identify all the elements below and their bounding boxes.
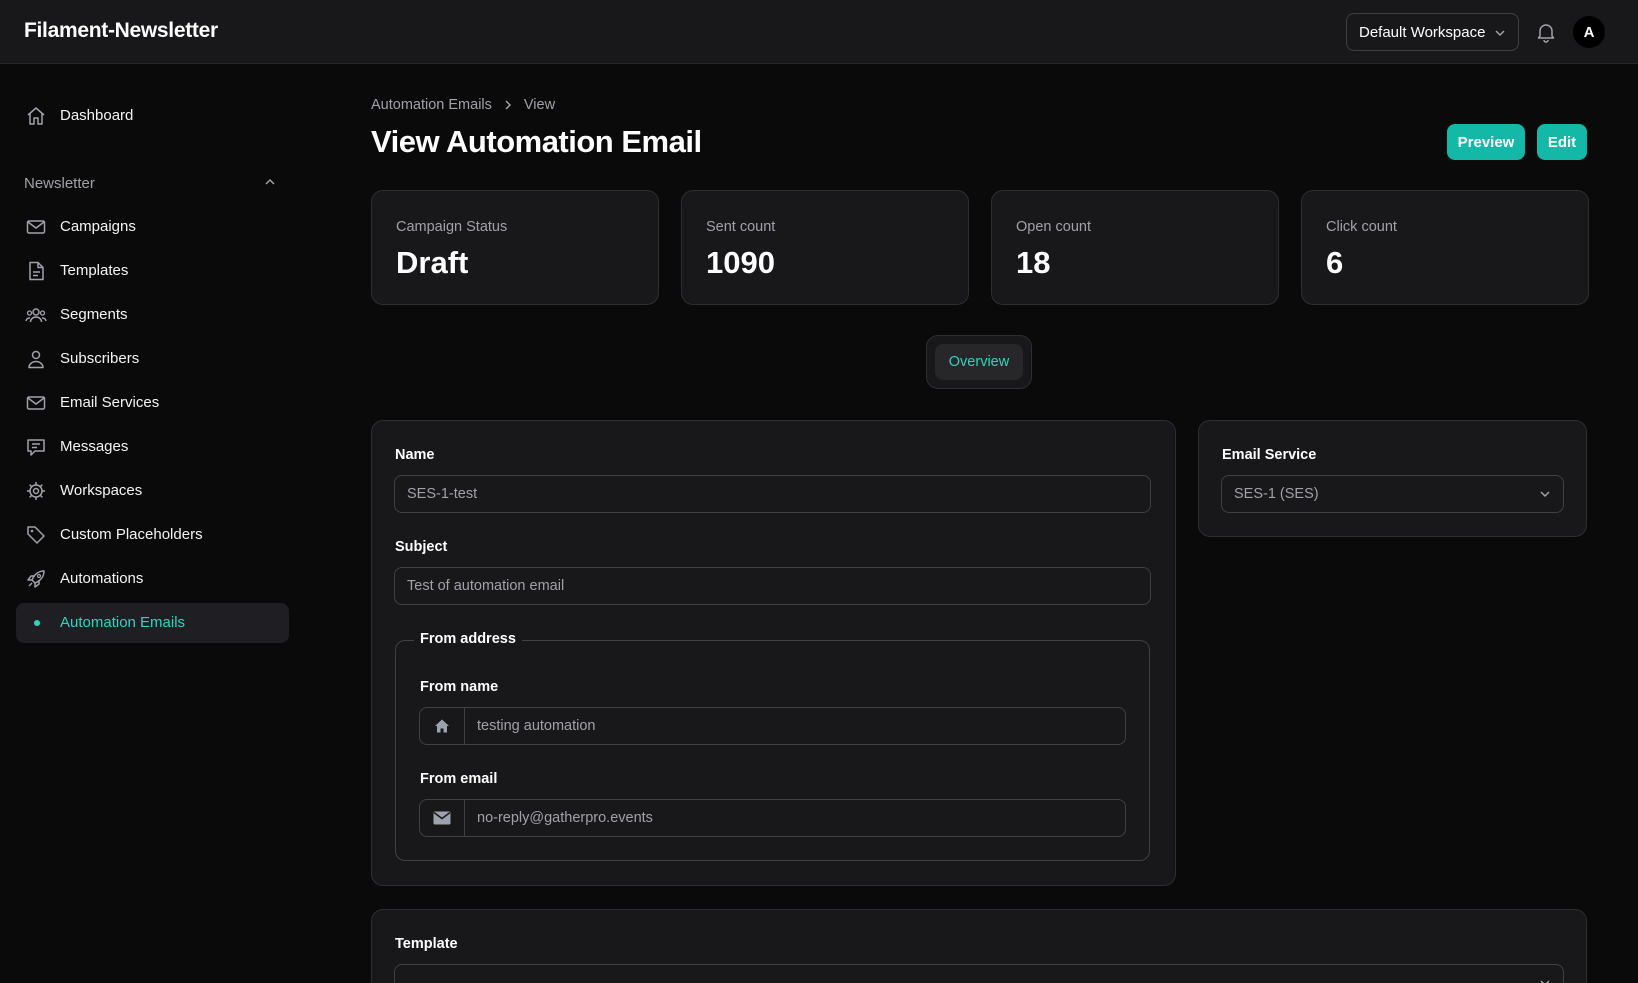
email-service-value: SES-1 (SES): [1234, 486, 1319, 502]
avatar[interactable]: A: [1573, 16, 1605, 48]
sidebar-item-label: Templates: [60, 262, 129, 279]
from-name-field[interactable]: testing automation: [419, 707, 1126, 745]
sidebar-item-label: Campaigns: [60, 218, 136, 235]
from-name-label: From name: [420, 679, 499, 695]
sidebar-item-automation-emails[interactable]: Automation Emails: [16, 603, 289, 643]
from-email-label: From email: [420, 771, 498, 787]
sidebar-item-label: Custom Placeholders: [60, 526, 203, 543]
breadcrumb-item[interactable]: Automation Emails: [371, 97, 492, 113]
stat-label: Sent count: [706, 219, 776, 235]
sidebar-item-label: Workspaces: [60, 482, 143, 499]
sidebar-item-automations[interactable]: Automations: [16, 559, 289, 599]
edit-button[interactable]: Edit: [1537, 124, 1587, 160]
stat-value: 1090: [706, 245, 775, 280]
top-bar: Filament-Newsletter Default Workspace A: [0, 0, 1638, 64]
tag-icon: [27, 526, 45, 544]
sidebar-item-label: Messages: [60, 438, 129, 455]
sidebar-item-custom-placeholders[interactable]: Custom Placeholders: [16, 515, 289, 555]
sidebar-item-subscribers[interactable]: Subscribers: [16, 339, 289, 379]
rocket-icon: [27, 570, 45, 588]
breadcrumb-item: View: [523, 97, 556, 113]
stat-value: 6: [1326, 245, 1344, 280]
sidebar-group-label[interactable]: Newsletter: [24, 175, 95, 192]
template-select[interactable]: [394, 964, 1564, 983]
sidebar-item-segments[interactable]: Segments: [16, 295, 289, 335]
stat-card-click-count: Click count 6: [1301, 190, 1589, 305]
sidebar-item-label: Email Services: [60, 394, 160, 411]
sidebar-item-campaigns[interactable]: Campaigns: [16, 207, 289, 247]
stat-card-sent-count: Sent count 1090: [681, 190, 969, 305]
envelope-icon: [26, 396, 46, 410]
home-icon: [420, 708, 465, 744]
stat-label: Click count: [1326, 219, 1397, 235]
chevron-right-icon: [504, 99, 512, 111]
chevron-down-icon: [1540, 491, 1550, 498]
document-icon: [29, 261, 44, 281]
sidebar-item-label: Dashboard: [60, 107, 134, 124]
user-icon: [28, 350, 44, 369]
subject-field[interactable]: Test of automation email: [394, 567, 1151, 605]
breadcrumb: Automation Emails View: [371, 97, 555, 113]
template-label: Template: [395, 936, 458, 952]
name-label: Name: [395, 447, 435, 463]
sidebar-item-label: Automation Emails: [60, 614, 186, 631]
from-name-value: testing automation: [477, 718, 596, 734]
stat-label: Open count: [1016, 219, 1091, 235]
email-service-select[interactable]: SES-1 (SES): [1221, 475, 1564, 513]
sidebar-item-dashboard[interactable]: Dashboard: [16, 96, 289, 136]
name-field[interactable]: SES-1-test: [394, 475, 1151, 513]
cog-icon: [27, 482, 45, 500]
sidebar-item-label: Automations: [60, 570, 144, 587]
user-group-icon: [25, 308, 47, 323]
workspace-select[interactable]: Default Workspace: [1346, 13, 1519, 51]
app-title[interactable]: Filament-Newsletter: [24, 19, 218, 43]
from-email-value: no-reply@gatherpro.events: [477, 810, 653, 826]
sidebar-item-workspaces[interactable]: Workspaces: [16, 471, 289, 511]
stat-label: Campaign Status: [396, 219, 508, 235]
subject-label: Subject: [395, 539, 448, 555]
stat-value: Draft: [396, 245, 469, 280]
stat-value: 18: [1016, 245, 1051, 280]
envelope-icon: [420, 800, 465, 836]
email-service-label: Email Service: [1222, 447, 1317, 463]
sidebar-item-templates[interactable]: Templates: [16, 251, 289, 291]
bell-icon[interactable]: [1534, 20, 1558, 44]
sidebar-item-label: Subscribers: [60, 350, 140, 367]
sidebar-item-messages[interactable]: Messages: [16, 427, 289, 467]
from-address-legend: From address: [414, 631, 522, 647]
page-title: View Automation Email: [371, 124, 702, 159]
chevron-up-icon[interactable]: [264, 177, 276, 187]
chevron-down-icon: [1495, 30, 1505, 37]
tabs: Overview: [926, 335, 1032, 389]
home-icon: [27, 107, 45, 125]
chat-bubble-icon: [27, 439, 45, 456]
tab-overview[interactable]: Overview: [935, 344, 1023, 380]
preview-button[interactable]: Preview: [1447, 124, 1525, 160]
workspace-select-value: Default Workspace: [1359, 23, 1486, 41]
from-email-field[interactable]: no-reply@gatherpro.events: [419, 799, 1126, 837]
chevron-down-icon: [1540, 980, 1550, 983]
sidebar: Dashboard Newsletter Campaigns Templates…: [0, 64, 300, 983]
envelope-icon: [26, 220, 46, 234]
stat-card-open-count: Open count 18: [991, 190, 1279, 305]
dot-icon: [34, 620, 40, 626]
sidebar-item-email-services[interactable]: Email Services: [16, 383, 289, 423]
stat-card-campaign-status: Campaign Status Draft: [371, 190, 659, 305]
sidebar-item-label: Segments: [60, 306, 128, 323]
